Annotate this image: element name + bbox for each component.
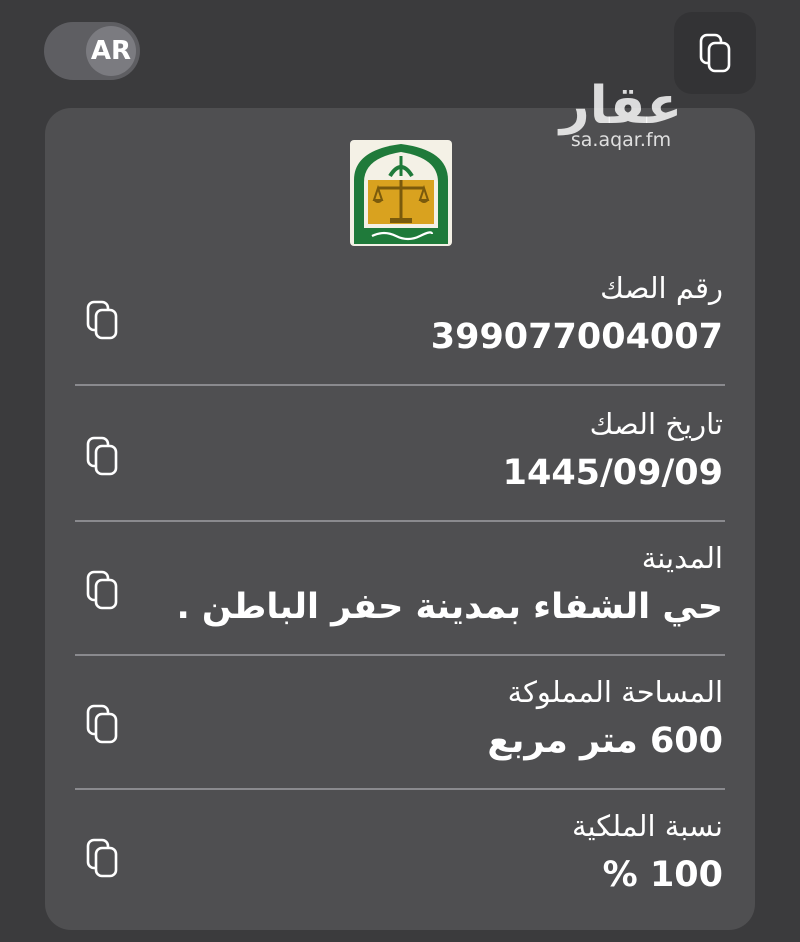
aqar-watermark: عقار sa.aqar.fm (556, 78, 686, 150)
copy-deed-number-button[interactable] (85, 300, 119, 340)
copy-icon (85, 300, 119, 340)
copy-icon (85, 838, 119, 878)
row-divider (75, 788, 725, 790)
city-value: حي الشفاء بمدينة حفر الباطن . (176, 587, 723, 627)
ministry-of-justice-emblem-icon (350, 140, 452, 246)
row-divider (75, 520, 725, 522)
copy-deed-date-button[interactable] (85, 436, 119, 476)
watermark-domain: sa.aqar.fm (570, 129, 672, 151)
deed-number-value: 399077004007 (430, 317, 723, 357)
owned-area-row: المساحة المملوكة 600 متر مربع (75, 672, 725, 772)
language-toggle-knob[interactable]: AR (86, 26, 136, 76)
copy-icon (698, 33, 732, 73)
city-row: المدينة حي الشفاء بمدينة حفر الباطن . (75, 538, 725, 638)
copy-owned-area-button[interactable] (85, 704, 119, 744)
language-toggle[interactable]: AR (44, 22, 140, 80)
city-label: المدينة (641, 541, 723, 575)
deed-number-label: رقم الصك (600, 271, 723, 305)
owned-area-label: المساحة المملوكة (507, 675, 723, 709)
ownership-percentage-label: نسبة الملكية (571, 809, 723, 843)
copy-all-button[interactable] (674, 12, 756, 94)
row-divider (75, 384, 725, 386)
deed-number-row: رقم الصك 399077004007 (75, 268, 725, 368)
deed-date-value: 1445/09/09 (502, 453, 723, 493)
owned-area-value: 600 متر مربع (487, 721, 723, 761)
copy-city-button[interactable] (85, 570, 119, 610)
copy-icon (85, 704, 119, 744)
watermark-brand: عقار (559, 76, 683, 136)
deed-details-screen: AR عقار sa.aqar.fm رقم الصك 399077004007… (0, 0, 800, 942)
deed-date-row: تاريخ الصك 1445/09/09 (75, 404, 725, 504)
deed-card: رقم الصك 399077004007 تاريخ الصك 1445/09… (45, 108, 755, 930)
copy-icon (85, 570, 119, 610)
copy-icon (85, 436, 119, 476)
ownership-percentage-value: 100 % (602, 855, 723, 895)
row-divider (75, 654, 725, 656)
copy-ownership-percentage-button[interactable] (85, 838, 119, 878)
ownership-percentage-row: نسبة الملكية 100 % (75, 806, 725, 906)
deed-date-label: تاريخ الصك (589, 407, 723, 441)
